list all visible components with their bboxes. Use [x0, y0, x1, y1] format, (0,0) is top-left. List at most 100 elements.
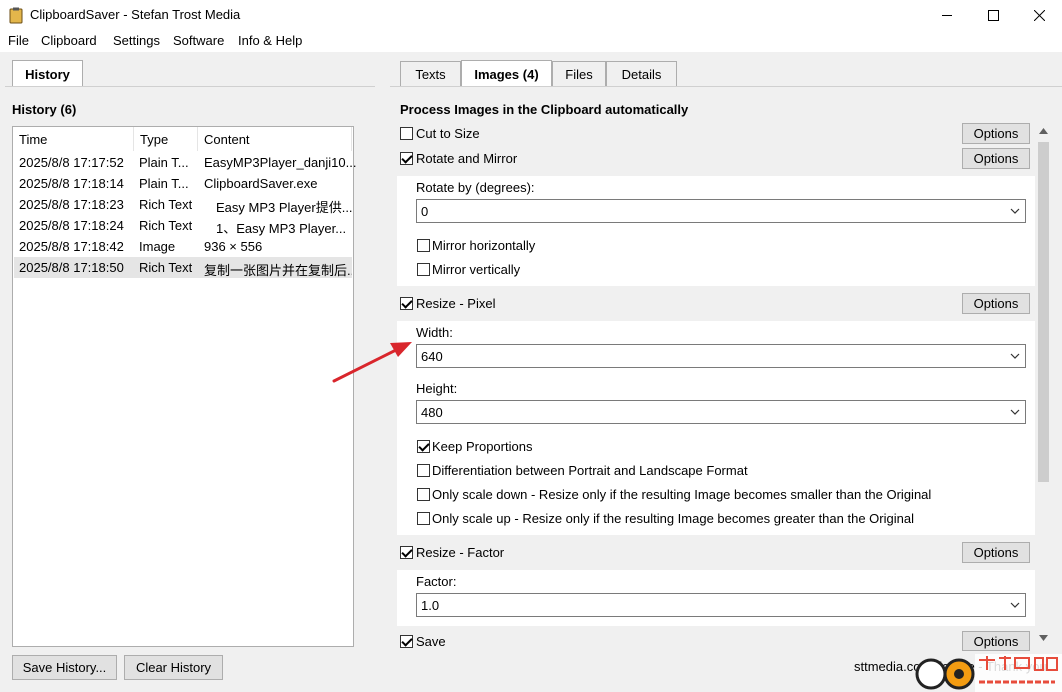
menu-settings[interactable]: Settings	[113, 33, 160, 48]
scale-down-label: Only scale down - Resize only if the res…	[432, 487, 932, 502]
clear-history-button[interactable]: Clear History	[124, 655, 223, 680]
menu-software[interactable]: Software	[173, 33, 224, 48]
cut-to-size-label: Cut to Size	[416, 126, 480, 141]
table-row[interactable]: 2025/8/8 17:18:42 Image 936 × 556	[14, 236, 352, 257]
row-time: 2025/8/8 17:18:42	[19, 239, 124, 254]
rotate-mirror-options-button[interactable]: Options	[962, 148, 1030, 169]
height-value: 480	[421, 405, 443, 420]
chevron-down-icon	[1010, 208, 1020, 214]
keep-proportions-label: Keep Proportions	[432, 439, 533, 454]
cut-to-size-row	[397, 122, 1035, 146]
maximize-icon	[987, 9, 999, 21]
rotate-degrees-select[interactable]: 0	[416, 199, 1026, 223]
factor-label: Factor:	[416, 574, 457, 589]
table-row[interactable]: 2025/8/8 17:18:14 Plain T... ClipboardSa…	[14, 173, 352, 194]
row-time: 2025/8/8 17:17:52	[19, 155, 124, 170]
scroll-up-icon[interactable]	[1038, 127, 1049, 135]
annotation-arrow-icon	[332, 342, 412, 383]
app-clipboard-icon	[9, 7, 23, 24]
save-label: Save	[416, 634, 446, 649]
tab-images[interactable]: Images (4)	[461, 60, 552, 87]
row-type: Rich Text	[139, 197, 193, 212]
width-select[interactable]: 640	[416, 344, 1026, 368]
tab-details[interactable]: Details	[606, 61, 677, 86]
row-type: Plain T...	[139, 155, 189, 170]
save-checkbox[interactable]	[400, 635, 413, 648]
resize-pixel-options-button[interactable]: Options	[962, 293, 1030, 314]
row-time: 2025/8/8 17:18:50	[19, 260, 124, 275]
scrollbar-thumb[interactable]	[1038, 142, 1049, 482]
tab-files[interactable]: Files	[552, 61, 606, 86]
scale-up-checkbox[interactable]	[417, 512, 430, 525]
resize-pixel-label: Resize - Pixel	[416, 296, 496, 311]
menu-bar: File Clipboard Settings Software Info & …	[0, 30, 1062, 52]
history-title: History (6)	[12, 102, 77, 117]
close-icon	[1033, 9, 1045, 21]
menu-file[interactable]: File	[8, 33, 29, 48]
tab-texts[interactable]: Texts	[400, 61, 461, 86]
tab-history[interactable]: History	[12, 60, 83, 87]
save-row	[397, 627, 1035, 649]
menu-info-help[interactable]: Info & Help	[238, 33, 302, 48]
title-bar: ClipboardSaver - Stefan Trost Media	[0, 0, 1062, 30]
rotate-mirror-label: Rotate and Mirror	[416, 151, 518, 166]
mirror-vertically-checkbox[interactable]	[417, 263, 430, 276]
width-value: 640	[421, 349, 443, 364]
menu-clipboard[interactable]: Clipboard	[41, 33, 97, 48]
row-content: EasyMP3Player_danji10...	[204, 155, 357, 170]
row-type: Plain T...	[139, 176, 189, 191]
row-type: Rich Text	[139, 218, 193, 233]
resize-factor-label: Resize - Factor	[416, 545, 505, 560]
row-content: 936 × 556	[204, 239, 263, 254]
window-title: ClipboardSaver - Stefan Trost Media	[30, 7, 241, 22]
keep-proportions-checkbox[interactable]	[417, 440, 430, 453]
resize-pixel-checkbox[interactable]	[400, 297, 413, 310]
maximize-button[interactable]	[970, 0, 1016, 30]
row-content: 复制一张图片并在复制后...	[204, 263, 352, 278]
process-title: Process Images in the Clipboard automati…	[400, 102, 689, 117]
col-type[interactable]: Type	[134, 127, 198, 151]
scale-down-checkbox[interactable]	[417, 488, 430, 501]
row-content: 1、Easy MP3 Player...	[216, 221, 347, 236]
mirror-horizontally-label: Mirror horizontally	[432, 238, 536, 253]
save-options-button[interactable]: Options	[962, 631, 1030, 651]
height-select[interactable]: 480	[416, 400, 1026, 424]
rotate-mirror-checkbox[interactable]	[400, 152, 413, 165]
row-content: Easy MP3 Player提供...	[216, 200, 353, 215]
row-time: 2025/8/8 17:18:24	[19, 218, 124, 233]
row-type: Rich Text	[139, 260, 193, 275]
portrait-landscape-checkbox[interactable]	[417, 464, 430, 477]
minimize-icon	[941, 14, 952, 16]
chevron-down-icon	[1010, 602, 1020, 608]
row-time: 2025/8/8 17:18:14	[19, 176, 124, 191]
chevron-down-icon	[1010, 353, 1020, 359]
minimize-button[interactable]	[924, 0, 970, 30]
factor-select[interactable]: 1.0	[416, 593, 1026, 617]
options-scrollbar[interactable]	[1035, 124, 1052, 649]
height-label: Height:	[416, 381, 458, 396]
close-button[interactable]	[1016, 0, 1062, 30]
row-type: Image	[139, 239, 176, 254]
history-list[interactable]: Time Type Content 2025/8/8 17:17:52 Plai…	[12, 126, 356, 647]
scale-up-label: Only scale up - Resize only if the resul…	[432, 511, 914, 526]
rotate-degrees-value: 0	[421, 204, 429, 219]
mirror-horizontally-checkbox[interactable]	[417, 239, 430, 252]
scroll-down-icon[interactable]	[1038, 634, 1049, 642]
row-time: 2025/8/8 17:18:23	[19, 197, 124, 212]
chevron-down-icon	[1010, 409, 1020, 415]
table-row[interactable]: 2025/8/8 17:18:50 Rich Text 复制一张图片并在复制后.…	[14, 257, 352, 278]
cut-to-size-options-button[interactable]: Options	[962, 123, 1030, 144]
portrait-landscape-label: Differentiation between Portrait and Lan…	[432, 463, 748, 478]
table-row[interactable]: 2025/8/8 17:18:23 Rich Text Easy MP3 Pla…	[14, 194, 353, 215]
save-history-button[interactable]: Save History...	[12, 655, 117, 680]
table-row[interactable]: 2025/8/8 17:18:24 Rich Text 1、Easy MP3 P…	[14, 215, 352, 236]
resize-factor-options-button[interactable]: Options	[962, 542, 1030, 563]
width-label: Width:	[416, 325, 453, 340]
resize-factor-checkbox[interactable]	[400, 546, 413, 559]
col-content[interactable]: Content	[198, 127, 352, 151]
watermark-logo-icon	[915, 654, 1062, 692]
col-time[interactable]: Time	[13, 127, 134, 151]
table-row[interactable]: 2025/8/8 17:17:52 Plain T... EasyMP3Play…	[14, 152, 356, 173]
cut-to-size-checkbox[interactable]	[400, 127, 413, 140]
row-content: ClipboardSaver.exe	[204, 176, 318, 191]
